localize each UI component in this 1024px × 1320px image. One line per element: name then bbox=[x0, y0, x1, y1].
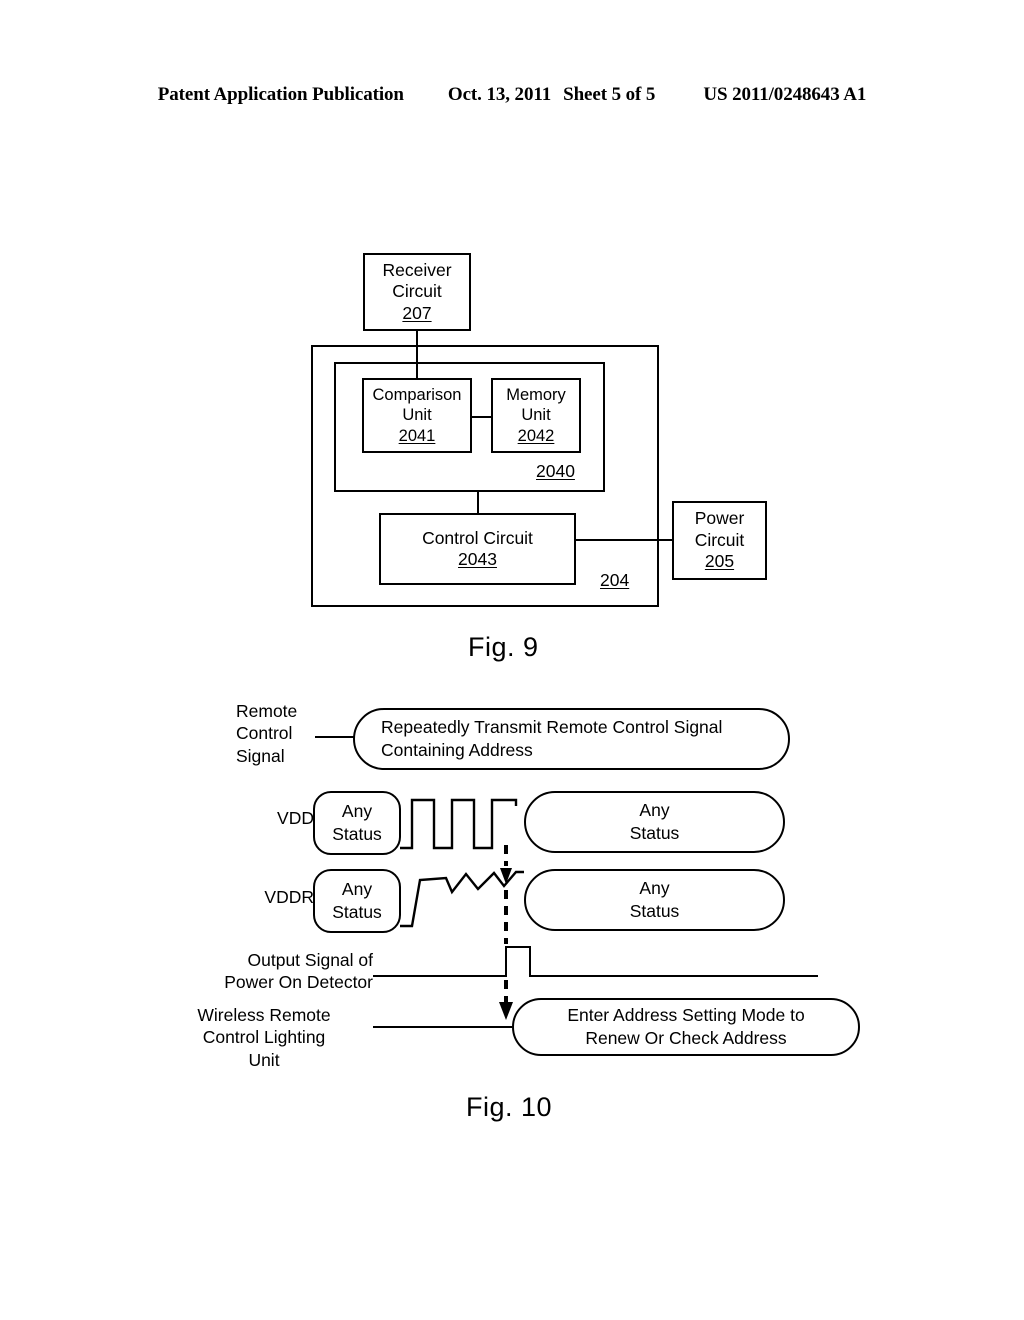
block-comparison-unit-line1: Comparison bbox=[372, 386, 462, 405]
header-sheet-label: Sheet 5 of 5 bbox=[563, 84, 656, 105]
pill-vddr-right-state-text: Any Status bbox=[629, 878, 680, 921]
pill-repeatedly-transmit: Repeatedly Transmit Remote Control Signa… bbox=[353, 708, 790, 770]
block-receiver-circuit: Receiver Circuit 207 bbox=[363, 253, 471, 331]
header-date-label: Oct. 13, 2011 bbox=[447, 84, 552, 105]
trigger-dashed-marker bbox=[499, 845, 513, 1020]
waveform-vddr bbox=[400, 870, 524, 928]
pill-repeatedly-transmit-text: Repeatedly Transmit Remote Control Signa… bbox=[381, 717, 723, 760]
pill-vdd-left-state: Any Status bbox=[313, 791, 401, 855]
block-memory-unit-line1: Memory bbox=[506, 386, 566, 405]
block-memory-unit-line2: Unit bbox=[521, 406, 551, 425]
pill-vdd-left-state-text: Any Status bbox=[332, 801, 382, 844]
block-control-circuit-line1: Control Circuit bbox=[422, 527, 533, 548]
block-memory-unit: Memory Unit 2042 bbox=[491, 378, 581, 453]
pill-vdd-right-state: Any Status bbox=[524, 791, 785, 853]
label-remote-control-signal: Remote Control Signal bbox=[236, 701, 298, 766]
block-power-circuit-line1: Power bbox=[694, 508, 745, 529]
figure-10-caption: Fig. 10 bbox=[466, 1092, 553, 1122]
label-vdd: VDD bbox=[277, 808, 314, 828]
block-power-circuit: Power Circuit 205 bbox=[672, 501, 767, 580]
group-address-unit-2040-ref: 2040 bbox=[536, 461, 575, 481]
pill-vddr-left-state: Any Status bbox=[313, 869, 401, 933]
block-receiver-circuit-ref: 207 bbox=[402, 302, 432, 323]
label-output-signal-power-on-detector: Output Signal of Power On Detector bbox=[224, 950, 373, 993]
waveform-power-on-detector bbox=[373, 946, 818, 977]
label-vddr: VDDR bbox=[264, 887, 314, 907]
block-control-circuit-ref: 2043 bbox=[458, 549, 497, 569]
block-comparison-unit-ref: 2041 bbox=[398, 426, 436, 445]
header-publication-label: Patent Application Publication bbox=[157, 84, 404, 105]
pill-vddr-left-state-text: Any Status bbox=[332, 879, 382, 922]
pill-vdd-right-state-text: Any Status bbox=[629, 800, 680, 843]
pill-enter-address-setting-mode: Enter Address Setting Mode to Renew Or C… bbox=[512, 998, 860, 1056]
block-receiver-circuit-line2: Circuit bbox=[392, 281, 442, 302]
block-receiver-circuit-line1: Receiver bbox=[382, 259, 452, 280]
page-header: Patent Application Publication Oct. 13, … bbox=[0, 84, 1024, 114]
block-memory-unit-ref: 2042 bbox=[517, 426, 555, 445]
waveform-vdd bbox=[400, 798, 518, 850]
pill-enter-address-setting-mode-text: Enter Address Setting Mode to Renew Or C… bbox=[567, 1005, 805, 1048]
figure-9-caption: Fig. 9 bbox=[468, 632, 539, 662]
block-control-circuit: Control Circuit 2043 bbox=[379, 513, 576, 585]
label-wireless-remote-control-lighting-unit: Wireless Remote Control Lighting Unit bbox=[197, 1005, 331, 1070]
block-power-circuit-ref: 205 bbox=[704, 551, 735, 572]
block-power-circuit-line2: Circuit bbox=[694, 529, 745, 550]
block-comparison-unit: Comparison Unit 2041 bbox=[362, 378, 472, 453]
group-controller-204-ref: 204 bbox=[600, 570, 630, 590]
header-document-number: US 2011/0248643 A1 bbox=[703, 84, 867, 105]
pill-vddr-right-state: Any Status bbox=[524, 869, 785, 931]
block-comparison-unit-line2: Unit bbox=[402, 406, 432, 425]
